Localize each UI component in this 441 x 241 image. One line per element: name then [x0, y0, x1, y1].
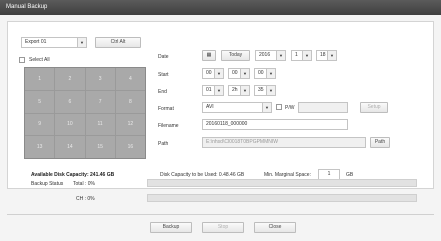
total-progress-text: Total : 0%: [73, 181, 95, 187]
filename-label: Filename: [158, 123, 179, 129]
chevron-down-icon: ▼: [266, 86, 275, 95]
camera-cell[interactable]: 16: [115, 136, 145, 158]
date-label: Date: [158, 54, 169, 60]
close-button[interactable]: Close: [254, 222, 296, 233]
channel-progress-text: CH : 0%: [76, 196, 95, 202]
end-label: End: [158, 89, 167, 95]
start-label: Start: [158, 72, 169, 78]
camera-select[interactable]: Export 01 ▼: [21, 37, 87, 48]
chevron-down-icon: ▼: [240, 86, 249, 95]
password-checkbox[interactable]: [276, 104, 282, 110]
path-button[interactable]: Path: [370, 137, 390, 148]
select-all-checkbox[interactable]: [19, 57, 25, 63]
available-capacity: Available Disk Capacity: 241.46 GB: [31, 172, 115, 178]
chevron-down-icon: ▼: [240, 69, 249, 78]
calendar-button[interactable]: ▦: [202, 50, 216, 61]
camera-cell[interactable]: 11: [85, 113, 115, 136]
camera-cell[interactable]: 9: [25, 113, 55, 136]
camera-cell[interactable]: 15: [85, 136, 115, 158]
path-input[interactable]: E:\nhsd\Cl0018T0BPGPMMNIW: [202, 137, 366, 148]
start-second-select[interactable]: 00 ▼: [254, 68, 276, 79]
camera-cell[interactable]: 13: [25, 136, 55, 158]
camera-grid: 1 2 3 4 5 6 7 8 9 10 11 12 13 14 15 16: [24, 67, 146, 159]
camera-cell[interactable]: 7: [85, 90, 115, 113]
camera-cell[interactable]: 4: [115, 68, 145, 90]
marginal-space-unit: GB: [346, 172, 354, 178]
calendar-icon: ▦: [206, 52, 212, 58]
start-minute-value: 00: [232, 70, 238, 76]
end-minute-select[interactable]: 2h ▼: [228, 85, 250, 96]
end-second-select[interactable]: 35 ▼: [254, 85, 276, 96]
channel-progress-bar: [147, 194, 417, 202]
chevron-down-icon: ▼: [327, 51, 336, 60]
camera-cell[interactable]: 12: [115, 113, 145, 136]
chevron-down-icon: ▼: [77, 38, 86, 47]
disk-capacity-needed: Disk Capacity to be Used: 0.48.46 GB: [160, 172, 245, 178]
backup-status-label: Backup Status: [31, 181, 64, 187]
setup-button[interactable]: Setup: [360, 102, 388, 113]
filename-input[interactable]: 20160118_000000: [202, 119, 348, 130]
month-select[interactable]: 1 ▼: [291, 50, 312, 61]
chevron-down-icon: ▼: [214, 69, 223, 78]
select-all-label: Select All: [29, 57, 50, 63]
start-second-value: 00: [258, 70, 264, 76]
chevron-down-icon: ▼: [276, 51, 285, 60]
bottom-divider: [7, 214, 434, 215]
camera-cell[interactable]: 6: [55, 90, 85, 113]
backup-button[interactable]: Backup: [150, 222, 192, 233]
camera-cell[interactable]: 5: [25, 90, 55, 113]
end-second-value: 35: [258, 87, 264, 93]
format-select[interactable]: AVI ▼: [202, 102, 272, 113]
format-label: Format: [158, 106, 174, 112]
chevron-down-icon: ▼: [214, 86, 223, 95]
camera-cell[interactable]: 10: [55, 113, 85, 136]
month-value: 1: [295, 52, 298, 58]
year-select[interactable]: 2016 ▼: [255, 50, 286, 61]
camera-cell[interactable]: 8: [115, 90, 145, 113]
password-input[interactable]: [298, 102, 348, 113]
start-hour-select[interactable]: 00 ▼: [202, 68, 224, 79]
stop-button[interactable]: Stop: [202, 222, 244, 233]
chevron-down-icon: ▼: [266, 69, 275, 78]
camera-cell[interactable]: 3: [85, 68, 115, 90]
day-select[interactable]: 18 ▼: [316, 50, 337, 61]
today-button[interactable]: Today: [221, 50, 250, 61]
chevron-down-icon: ▼: [262, 103, 271, 112]
end-minute-value: 2h: [232, 87, 238, 93]
format-value: AVI: [206, 104, 214, 110]
end-hour-select[interactable]: 01 ▼: [202, 85, 224, 96]
start-minute-select[interactable]: 00 ▼: [228, 68, 250, 79]
camera-cell[interactable]: 2: [55, 68, 85, 90]
chevron-down-icon: ▼: [302, 51, 311, 60]
ctrl-alt-button[interactable]: Ctrl Alt: [95, 37, 141, 48]
path-label: Path: [158, 141, 169, 147]
marginal-space-label: Min. Marginal Space:: [264, 172, 311, 178]
year-value: 2016: [259, 52, 271, 58]
camera-cell[interactable]: 1: [25, 68, 55, 90]
total-progress-bar: [147, 179, 417, 187]
end-hour-value: 01: [206, 87, 212, 93]
window-title: Manual Backup: [0, 0, 441, 15]
camera-cell[interactable]: 14: [55, 136, 85, 158]
camera-select-value: Export 01: [25, 39, 47, 45]
manual-backup-window: Manual Backup Export 01 ▼ Ctrl Alt Selec…: [0, 0, 441, 241]
start-hour-value: 00: [206, 70, 212, 76]
password-label: P/W: [285, 105, 295, 111]
day-value: 18: [320, 52, 326, 58]
